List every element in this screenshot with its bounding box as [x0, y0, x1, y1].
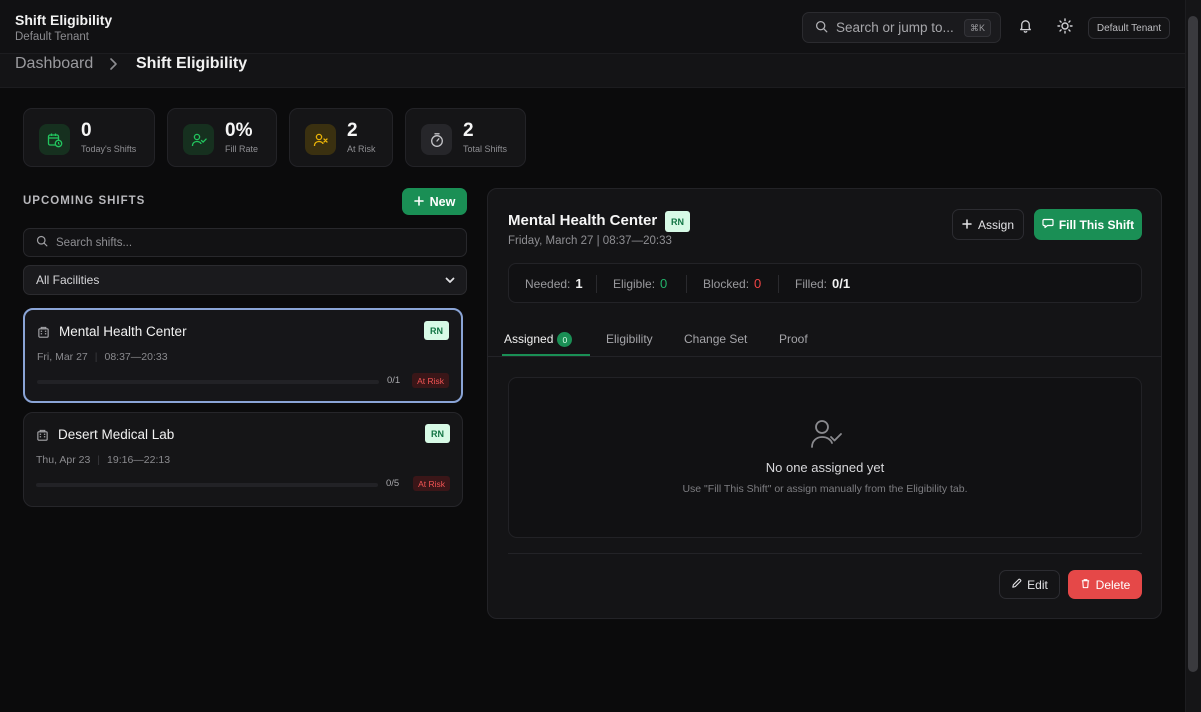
sun-icon	[1057, 17, 1073, 37]
detail-datetime: Friday, March 27 | 08:37—20:33	[508, 235, 672, 247]
user-check-icon	[183, 124, 214, 155]
detail-title: Mental Health Center	[508, 212, 658, 229]
edit-label: Edit	[1027, 577, 1048, 592]
new-shift-button[interactable]: New	[402, 188, 467, 215]
notifications-button[interactable]	[1015, 17, 1035, 37]
pencil-icon	[1011, 578, 1022, 592]
facility-filter-value: All Facilities	[36, 273, 100, 287]
stat-todays-shifts: 0 Today's Shifts	[23, 108, 155, 167]
role-badge: RN	[424, 321, 449, 340]
stat-value: 0%	[225, 120, 253, 141]
status-badge: At Risk	[413, 476, 450, 491]
assigned-count-badge: 0	[557, 332, 573, 348]
fill-progress-bar	[37, 380, 379, 384]
building-icon	[37, 326, 50, 342]
shift-datetime: Fri, Mar 27 | 08:37—20:33	[37, 351, 168, 363]
shift-card[interactable]: Desert Medical Lab Thu, Apr 23 | 19:16—22:…	[23, 412, 463, 507]
bell-icon	[1018, 18, 1033, 36]
stat-at-risk: 2 At Risk	[289, 108, 393, 167]
empty-state-hint: Use "Fill This Shift" or assign manually…	[682, 483, 968, 495]
top-bar: Shift Eligibility Default Tenant Search …	[0, 0, 1185, 54]
user-x-icon	[305, 124, 336, 155]
message-icon	[1042, 217, 1054, 232]
tab-proof[interactable]: Proof	[779, 332, 808, 346]
app-subtitle: Default Tenant	[15, 31, 89, 43]
stat-label: Total Shifts	[463, 144, 508, 154]
shift-metrics-bar: Needed: 1 Eligible: 0 Blocked: 0 Filled: 0/1	[508, 263, 1142, 303]
divider	[508, 553, 1142, 554]
page-scrollbar-thumb[interactable]	[1188, 16, 1198, 672]
stat-value: 2	[463, 120, 474, 141]
filled-count: 0/5	[386, 478, 400, 489]
shift-facility-name: Desert Medical Lab	[58, 427, 175, 442]
building-icon	[36, 429, 49, 445]
role-badge: RN	[665, 211, 690, 232]
stat-label: At Risk	[347, 144, 376, 154]
assign-label: Assign	[977, 217, 1015, 232]
stat-label: Fill Rate	[225, 144, 259, 154]
edit-button[interactable]: Edit	[999, 570, 1060, 599]
search-placeholder: Search or jump to...	[836, 20, 954, 35]
role-badge: RN	[425, 424, 450, 443]
breadcrumb-dashboard-link[interactable]: Dashboard	[15, 55, 93, 73]
shift-card[interactable]: Mental Health Center Fri, Mar 27 | 08:37—2…	[23, 308, 463, 403]
tenant-switcher-button[interactable]: Default Tenant	[1088, 17, 1170, 39]
fill-this-shift-label: Fill This Shift	[1058, 217, 1135, 232]
app-title: Shift Eligibility	[15, 12, 113, 28]
stat-value: 0	[81, 120, 92, 141]
search-icon	[815, 20, 828, 36]
tab-change-set[interactable]: Change Set	[684, 332, 747, 346]
stat-label: Today's Shifts	[81, 144, 137, 154]
shift-detail-panel: Mental Health Center RN Friday, March 27…	[487, 188, 1162, 619]
delete-label: Delete	[1095, 577, 1131, 592]
stat-fill-rate: 0% Fill Rate	[167, 108, 277, 167]
chevron-right-icon	[108, 55, 120, 76]
detail-tabs: Assigned 0 Eligibility Change Set Proof	[488, 319, 1161, 357]
assign-button[interactable]: Assign	[952, 209, 1024, 240]
metric-eligible: Eligible: 0	[613, 276, 668, 291]
theme-toggle-button[interactable]	[1055, 17, 1075, 37]
timer-icon	[421, 124, 452, 155]
plus-icon	[413, 195, 424, 209]
breadcrumb-current: Shift Eligibility	[136, 55, 248, 72]
tab-eligibility[interactable]: Eligibility	[606, 332, 653, 346]
facility-filter-select[interactable]: All Facilities	[23, 265, 467, 295]
user-check-icon	[809, 418, 843, 453]
upcoming-shifts-heading: UPCOMING SHIFTS	[23, 195, 146, 207]
trash-icon	[1080, 578, 1091, 592]
chevron-down-icon	[444, 273, 456, 290]
new-shift-label: New	[429, 194, 456, 209]
shift-facility-name: Mental Health Center	[59, 324, 187, 339]
search-shortcut: ⌘K	[963, 19, 991, 37]
status-badge: At Risk	[412, 373, 449, 388]
stat-total-shifts: 2 Total Shifts	[405, 108, 526, 167]
stat-value: 2	[347, 120, 358, 141]
assigned-empty-state: No one assigned yet Use "Fill This Shift…	[508, 377, 1142, 538]
calendar-clock-icon	[39, 124, 70, 155]
shift-search-placeholder: Search shifts...	[56, 236, 133, 249]
fill-progress-bar	[36, 483, 378, 487]
breadcrumb: Dashboard Shift Eligibility	[0, 54, 1185, 88]
fill-this-shift-button[interactable]: Fill This Shift	[1034, 209, 1142, 240]
global-search-input[interactable]: Search or jump to... ⌘K	[802, 12, 1001, 43]
metric-filled: Filled: 0/1	[795, 276, 851, 291]
metric-needed: Needed: 1	[525, 276, 583, 291]
plus-icon	[962, 218, 972, 232]
tab-assigned[interactable]: Assigned 0	[504, 332, 573, 348]
metric-blocked: Blocked: 0	[703, 276, 762, 291]
empty-state-title: No one assigned yet	[765, 460, 885, 475]
delete-button[interactable]: Delete	[1068, 570, 1142, 599]
filled-count: 0/1	[387, 375, 401, 386]
active-tab-indicator	[502, 354, 590, 356]
search-icon	[36, 235, 48, 250]
shift-search-input[interactable]: Search shifts...	[23, 228, 467, 257]
shift-datetime: Thu, Apr 23 | 19:16—22:13	[36, 454, 171, 466]
